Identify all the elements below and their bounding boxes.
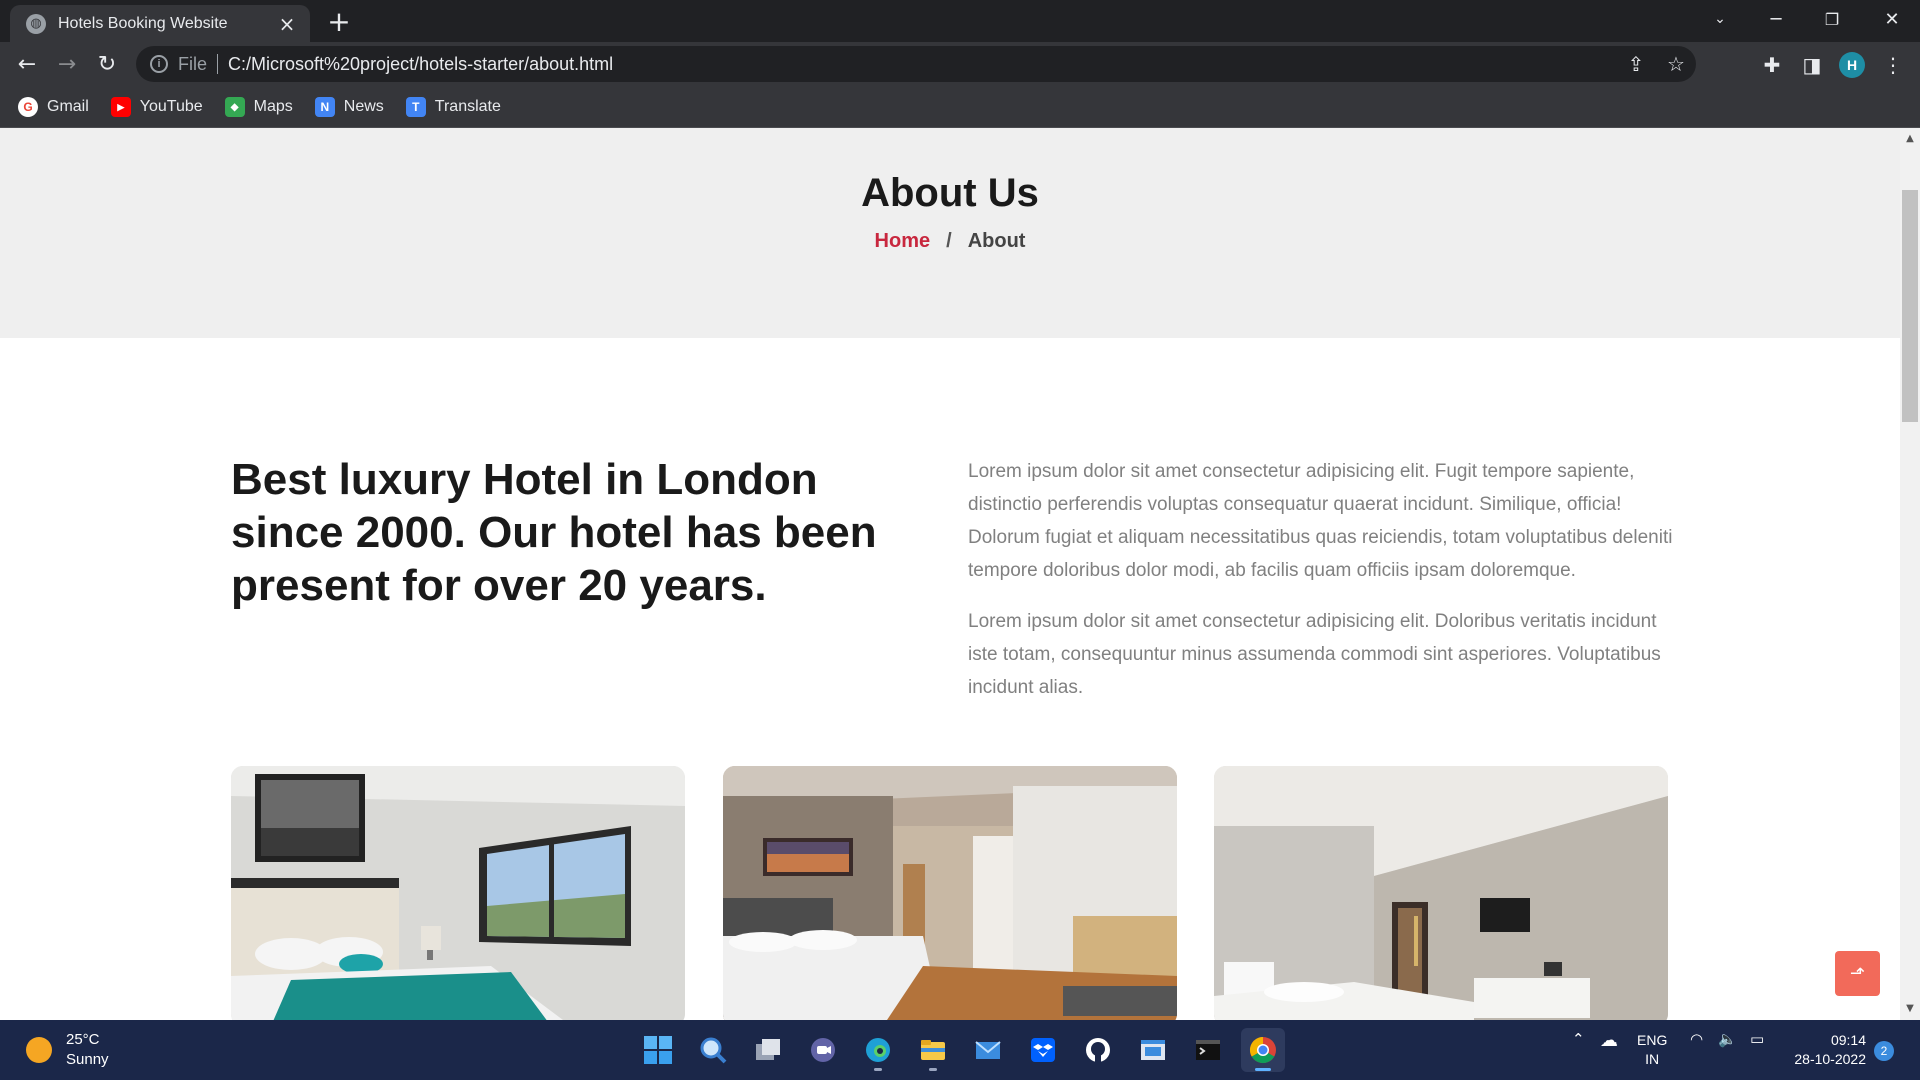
- room-photo-3[interactable]: [1214, 766, 1668, 1020]
- bookmark-star-icon[interactable]: ☆: [1656, 52, 1696, 76]
- close-window-button[interactable]: ✕: [1864, 0, 1920, 38]
- translate-icon: T: [405, 97, 426, 117]
- active-tab[interactable]: ◍ Hotels Booking Website ×: [10, 5, 310, 42]
- mail-icon[interactable]: [966, 1028, 1010, 1072]
- app-window-icon[interactable]: [1131, 1028, 1175, 1072]
- close-tab-icon[interactable]: ×: [276, 12, 298, 36]
- breadcrumb: Home / About: [0, 230, 1900, 253]
- bookmark-label: Translate: [434, 98, 501, 115]
- windows-taskbar: 25°C Sunny ⌃ ☁ ENG IN ◠ 🔈 ▭ 09:14 28-10-…: [0, 1020, 1920, 1080]
- page-title: About Us: [861, 171, 1039, 215]
- start-icon[interactable]: [636, 1028, 680, 1072]
- onedrive-cloud-icon[interactable]: ☁: [1600, 1030, 1618, 1051]
- weather-widget[interactable]: 25°C Sunny: [26, 1030, 109, 1070]
- room-photo-2[interactable]: [723, 766, 1177, 1020]
- search-icon[interactable]: [691, 1028, 735, 1072]
- tab-strip: ◍ Hotels Booking Website × + ⌄ ─ ❐ ✕: [0, 0, 1920, 42]
- bookmark-label: YouTube: [139, 98, 203, 115]
- breadcrumb-home-link[interactable]: Home: [875, 230, 931, 253]
- clock-date: 28-10-2022: [1794, 1051, 1866, 1067]
- show-hidden-icons[interactable]: ⌃: [1572, 1030, 1585, 1048]
- side-panel-icon[interactable]: ◨: [1797, 50, 1827, 80]
- task-view-icon[interactable]: [746, 1028, 790, 1072]
- room-photo-1[interactable]: [231, 766, 685, 1020]
- github-icon[interactable]: [1076, 1028, 1120, 1072]
- minimize-button[interactable]: ─: [1748, 0, 1804, 38]
- weather-condition: Sunny: [66, 1051, 109, 1068]
- system-clock[interactable]: 09:14 28-10-2022: [1786, 1031, 1866, 1069]
- page-header: About Us Home / About: [0, 128, 1900, 338]
- chrome-icon[interactable]: [1241, 1028, 1285, 1072]
- volume-icon[interactable]: 🔈: [1718, 1030, 1737, 1048]
- browser-toolbar: ← → ↻ i File C:/Microsoft%20project/hote…: [0, 42, 1920, 87]
- scrollbar-thumb[interactable]: [1902, 190, 1918, 422]
- scroll-up-arrow[interactable]: ▲: [1900, 130, 1920, 148]
- extensions-icon[interactable]: ✚: [1757, 50, 1787, 80]
- region-code: IN: [1645, 1051, 1660, 1067]
- language-code: ENG: [1637, 1032, 1668, 1048]
- dropbox-icon[interactable]: [1021, 1028, 1065, 1072]
- bookmark-translate[interactable]: T Translate: [405, 97, 501, 117]
- running-indicator: [929, 1068, 937, 1071]
- url-text[interactable]: C:/Microsoft%20project/hotels-starter/ab…: [228, 54, 613, 75]
- sun-icon: [26, 1037, 52, 1063]
- terminal-icon[interactable]: [1186, 1028, 1230, 1072]
- temperature: 25°C: [66, 1031, 100, 1048]
- bookmarks-bar: G Gmail ▶ YouTube ◆ Maps N News T Transl…: [0, 87, 1920, 128]
- taskbar-apps: [636, 1028, 1285, 1072]
- edge-browser-icon[interactable]: [856, 1028, 900, 1072]
- teams-chat-icon[interactable]: [801, 1028, 845, 1072]
- menu-icon[interactable]: ⋮: [1878, 50, 1908, 80]
- divider: [217, 54, 219, 74]
- bookmark-gmail[interactable]: G Gmail: [18, 97, 89, 117]
- profile-avatar[interactable]: H: [1839, 52, 1865, 78]
- info-icon[interactable]: i: [150, 55, 168, 73]
- forward-button[interactable]: →: [50, 48, 84, 82]
- news-icon: N: [314, 97, 335, 117]
- page-viewport: About Us Home / About Best luxury Hotel …: [0, 128, 1900, 1020]
- bookmark-maps[interactable]: ◆ Maps: [224, 97, 293, 117]
- bookmark-news[interactable]: N News: [314, 97, 384, 117]
- scheme-label: File: [178, 53, 208, 74]
- globe-icon: ◍: [26, 13, 46, 34]
- tab-title: Hotels Booking Website: [58, 14, 228, 32]
- bookmark-label: News: [343, 98, 384, 115]
- language-indicator[interactable]: ENG IN: [1637, 1031, 1667, 1069]
- reload-button[interactable]: ↻: [90, 48, 124, 82]
- bookmark-label: Maps: [253, 98, 293, 115]
- share-icon[interactable]: ⇪: [1616, 52, 1656, 76]
- bookmark-youtube[interactable]: ▶ YouTube: [110, 97, 203, 117]
- maps-icon: ◆: [224, 97, 245, 117]
- about-paragraph-1: Lorem ipsum dolor sit amet consectetur a…: [968, 461, 1673, 581]
- youtube-icon: ▶: [110, 97, 131, 117]
- restore-button[interactable]: ❐: [1804, 0, 1860, 38]
- running-indicator: [874, 1068, 882, 1071]
- file-explorer-icon[interactable]: [911, 1028, 955, 1072]
- back-to-top-button[interactable]: ⬏: [1835, 951, 1880, 996]
- gmail-icon: G: [18, 97, 38, 117]
- breadcrumb-current: About: [967, 230, 1026, 252]
- address-bar[interactable]: i File C:/Microsoft%20project/hotels-sta…: [136, 46, 1696, 82]
- battery-icon[interactable]: ▭: [1750, 1030, 1764, 1048]
- scroll-down-arrow[interactable]: ▼: [1900, 1000, 1920, 1018]
- new-tab-button[interactable]: +: [324, 7, 354, 37]
- bookmark-label: Gmail: [47, 98, 89, 115]
- breadcrumb-separator: /: [946, 230, 952, 252]
- about-heading: Best luxury Hotel in London since 2000. …: [231, 455, 877, 610]
- notification-badge[interactable]: 2: [1874, 1041, 1894, 1061]
- about-text: Lorem ipsum dolor sit amet consectetur a…: [968, 455, 1678, 722]
- back-button[interactable]: ←: [10, 48, 44, 82]
- clock-time: 09:14: [1830, 1032, 1866, 1048]
- running-indicator: [1255, 1068, 1271, 1071]
- wifi-icon[interactable]: ◠: [1690, 1030, 1703, 1048]
- about-paragraph-2: Lorem ipsum dolor sit amet consectetur a…: [968, 611, 1661, 698]
- tab-search-icon[interactable]: ⌄: [1692, 0, 1748, 38]
